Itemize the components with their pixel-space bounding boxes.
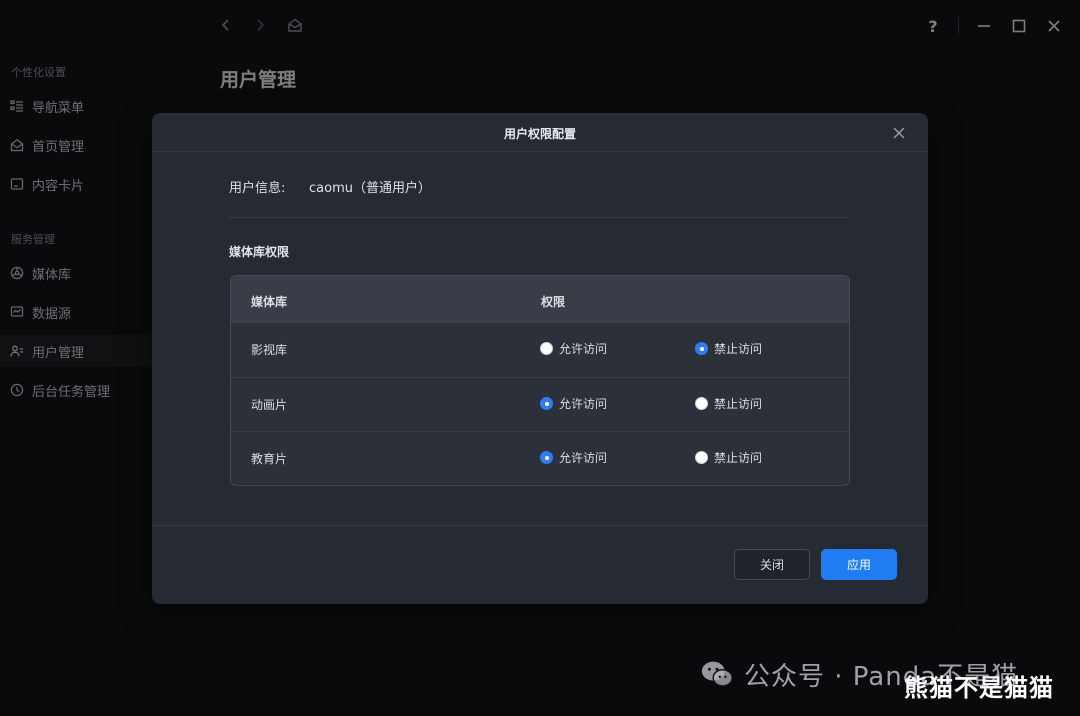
close-button[interactable]: 关闭: [734, 549, 810, 580]
modal-header: 用户权限配置: [152, 113, 928, 152]
wechat-icon: [698, 655, 736, 693]
radio-label: 禁止访问: [714, 451, 763, 465]
permission-table: 媒体库 权限 影视库 允许访问 禁止访问 动画片 允许访问 禁止访问 教育片 允…: [230, 275, 850, 486]
radio-label: 允许访问: [559, 397, 608, 411]
radio-allow-access[interactable]: 允许访问: [540, 449, 607, 466]
user-info-label: 用户信息:: [229, 181, 286, 196]
column-header-library: 媒体库: [251, 295, 288, 309]
media-permission-title: 媒体库权限: [229, 245, 290, 259]
radio-allow-access[interactable]: 允许访问: [540, 395, 607, 412]
user-info-value: caomu（普通用户）: [309, 181, 431, 196]
apply-button[interactable]: 应用: [821, 549, 897, 580]
table-row: 动画片 允许访问 禁止访问: [231, 377, 849, 431]
radio-unchecked[interactable]: [540, 342, 553, 355]
radio-unchecked[interactable]: [695, 451, 708, 464]
modal-title: 用户权限配置: [503, 127, 576, 141]
radio-checked[interactable]: [540, 397, 553, 410]
table-header: 媒体库 权限: [231, 276, 849, 323]
radio-label: 允许访问: [559, 342, 608, 356]
column-header-permission: 权限: [541, 295, 566, 309]
radio-deny-access[interactable]: 禁止访问: [695, 340, 762, 357]
radio-deny-access[interactable]: 禁止访问: [695, 449, 762, 466]
radio-checked[interactable]: [540, 451, 553, 464]
divider: [229, 217, 850, 218]
library-name: 影视库: [251, 343, 288, 357]
modal-footer-divider: [152, 525, 928, 526]
table-row: 影视库 允许访问 禁止访问: [231, 323, 849, 377]
modal-close-button[interactable]: [890, 124, 908, 142]
radio-label: 禁止访问: [714, 342, 763, 356]
radio-unchecked[interactable]: [695, 397, 708, 410]
radio-label: 禁止访问: [714, 397, 763, 411]
table-row: 教育片 允许访问 禁止访问: [231, 431, 849, 485]
radio-label: 允许访问: [559, 451, 608, 465]
close-icon: [893, 127, 905, 139]
user-permission-modal: 用户权限配置 用户信息: caomu（普通用户） 媒体库权限 媒体库 权限 影视…: [152, 113, 928, 604]
library-name: 动画片: [251, 398, 288, 412]
library-name: 教育片: [251, 452, 288, 466]
radio-deny-access[interactable]: 禁止访问: [695, 395, 762, 412]
user-info: 用户信息: caomu（普通用户）: [229, 177, 431, 196]
watermark-title: 熊猫不是猫猫: [904, 674, 1054, 702]
radio-checked[interactable]: [695, 342, 708, 355]
radio-allow-access[interactable]: 允许访问: [540, 340, 607, 357]
